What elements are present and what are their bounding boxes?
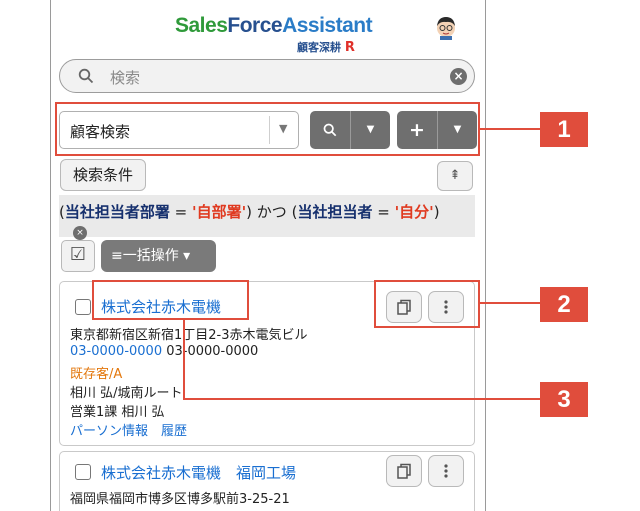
callout-line-3a [183, 320, 185, 398]
highlight-box-2 [374, 280, 480, 328]
fax-text: 03-0000-0000 [166, 344, 259, 359]
callout-3: 3 [540, 382, 588, 417]
record-links: パーソン情報 履歴 [70, 420, 187, 439]
phone-line: 03-0000-0000 03-0000-0000 [70, 344, 258, 359]
remove-condition-icon[interactable]: × [73, 226, 87, 240]
search-bar[interactable]: 検索 × [59, 59, 475, 93]
phone-link[interactable]: 03-0000-0000 [70, 344, 162, 359]
collapse-button[interactable]: ⇞ [437, 161, 473, 191]
avatar-icon[interactable] [433, 14, 459, 40]
logo-subtitle: 顧客深耕 R [297, 40, 355, 55]
search-conditions-button[interactable]: 検索条件 [60, 159, 146, 191]
callout-line-3b [183, 398, 540, 400]
list-item: 株式会社赤木電機 福岡工場 福岡県福岡市博多区博多駅前3-25-21 [59, 451, 475, 511]
collapse-icon: ⇞ [449, 168, 461, 183]
search-icon [78, 68, 94, 84]
status-text: 既存客/A [70, 367, 123, 382]
clear-icon[interactable]: × [450, 68, 467, 85]
bulk-operation-button[interactable]: ≡一括操作 ▾ [101, 240, 216, 272]
person-info-link[interactable]: パーソン情報 [70, 424, 148, 439]
callout-line-2 [480, 302, 540, 304]
history-link[interactable]: 履歴 [161, 424, 187, 439]
copy-icon [397, 463, 411, 479]
mobile-app-frame: SalesForceAssistant 顧客深耕 R 検索 × 顧客検索 ▼ ▼… [50, 0, 486, 511]
more-vertical-icon [444, 464, 448, 478]
address-text: 東京都新宿区新宿1丁目2-3赤木電気ビル [70, 328, 308, 343]
checkbox-icon: ☑ [69, 244, 87, 265]
conditions-text: (当社担当者部署 = '自部署') かつ (当社担当者 = '自分') [59, 203, 440, 221]
rep-route-text: 相川 弘/城南ルート [70, 386, 183, 401]
callout-2: 2 [540, 287, 588, 322]
highlight-box-1 [55, 102, 480, 156]
screen: SalesForceAssistant 顧客深耕 R 検索 × 顧客検索 ▼ ▼… [0, 0, 640, 511]
callout-line-1 [480, 128, 540, 130]
address-text: 福岡県福岡市博多区博多駅前3-25-21 [70, 492, 290, 507]
row-checkbox[interactable] [75, 464, 91, 480]
copy-button[interactable] [386, 455, 422, 487]
customer-name-link[interactable]: 株式会社赤木電機 福岡工場 [101, 462, 296, 483]
callout-1: 1 [540, 112, 588, 147]
select-all-checkbox[interactable]: ☑ [61, 240, 95, 272]
search-placeholder: 検索 [110, 69, 141, 87]
dept-rep-text: 営業1課 相川 弘 [70, 405, 165, 420]
more-button[interactable] [428, 455, 464, 487]
row-checkbox[interactable] [75, 299, 91, 315]
app-logo: SalesForceAssistant 顧客深耕 R [175, 14, 373, 55]
logo-title: SalesForceAssistant [175, 14, 373, 37]
highlight-box-3 [92, 280, 249, 320]
